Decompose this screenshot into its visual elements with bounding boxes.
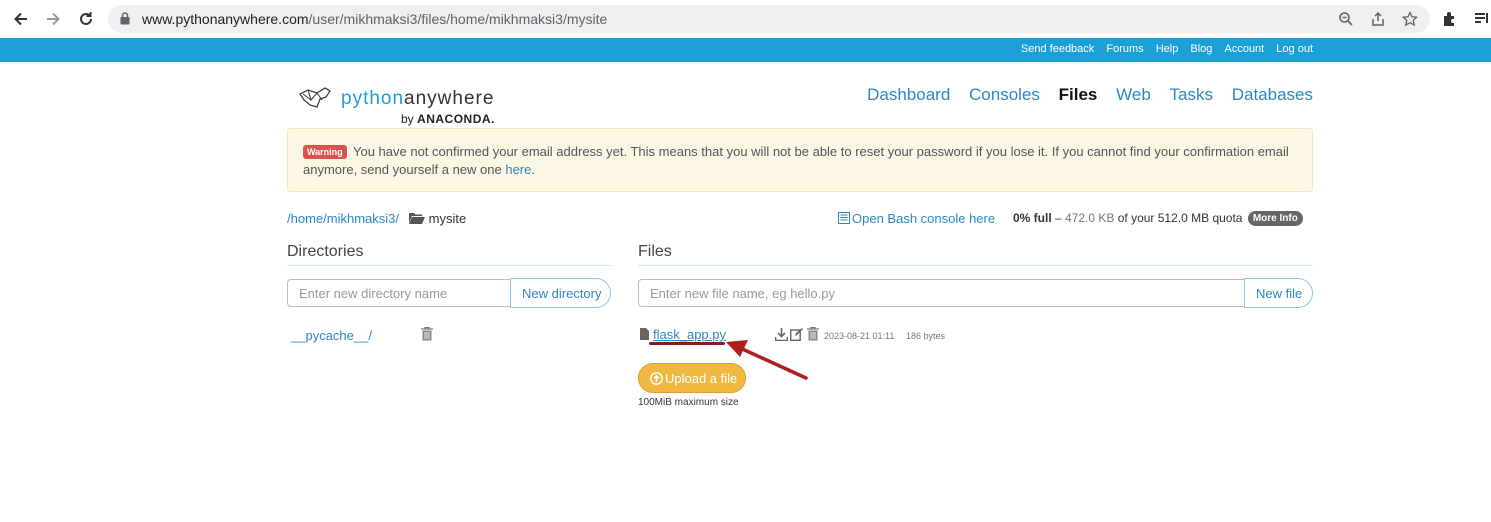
nav-dashboard[interactable]: Dashboard bbox=[867, 85, 950, 104]
nav-consoles[interactable]: Consoles bbox=[969, 85, 1040, 104]
email-warning-alert: You have not confirmed your email addres… bbox=[287, 128, 1313, 192]
new-file-button[interactable]: New file bbox=[1244, 278, 1313, 308]
back-icon[interactable] bbox=[10, 8, 32, 30]
browser-toolbar: www.pythonanywhere.com/user/mikhmaksi3/f… bbox=[0, 0, 1491, 39]
file-link[interactable]: flask_app.py bbox=[653, 327, 726, 342]
resend-email-link[interactable]: here bbox=[505, 162, 531, 177]
nav-tasks[interactable]: Tasks bbox=[1170, 85, 1213, 104]
nav-web[interactable]: Web bbox=[1116, 85, 1151, 104]
forums-link[interactable]: Forums bbox=[1106, 43, 1143, 55]
directories-title: Directories bbox=[287, 243, 364, 260]
upload-circle-icon bbox=[650, 372, 663, 388]
reload-icon[interactable] bbox=[75, 8, 97, 30]
url-text: www.pythonanywhere.com/user/mikhmaksi3/f… bbox=[142, 11, 608, 27]
file-icon bbox=[640, 328, 649, 343]
file-size: 186 bytes bbox=[906, 331, 946, 341]
logo-wordmark: pythonanywhere bbox=[341, 88, 495, 109]
breadcrumb: /home/mikhmaksi3/ mysite bbox=[287, 211, 467, 227]
more-info-button[interactable]: More Info bbox=[1247, 211, 1303, 226]
logout-link[interactable]: Log out bbox=[1276, 43, 1313, 55]
file-item: flask_app.py bbox=[640, 327, 726, 343]
annotation-arrow-icon bbox=[726, 340, 808, 380]
nav-files[interactable]: Files bbox=[1059, 85, 1098, 104]
file-modified-date: 2023-08-21 01:11 bbox=[824, 331, 895, 341]
reading-list-icon[interactable] bbox=[1473, 10, 1491, 28]
blog-link[interactable]: Blog bbox=[1190, 43, 1212, 55]
top-bar: Send feedback Forums Help Blog Account L… bbox=[0, 38, 1491, 62]
account-link[interactable]: Account bbox=[1224, 43, 1264, 55]
help-link[interactable]: Help bbox=[1156, 43, 1179, 55]
breadcrumb-home[interactable]: /home/ bbox=[287, 211, 327, 226]
send-feedback-link[interactable]: Send feedback bbox=[1021, 43, 1094, 55]
annotation-underline bbox=[649, 342, 725, 345]
share-icon[interactable] bbox=[1370, 11, 1386, 27]
bookmark-star-icon[interactable] bbox=[1401, 10, 1419, 27]
new-directory-input[interactable]: Enter new directory name bbox=[287, 279, 511, 307]
files-divider bbox=[638, 265, 1313, 266]
folder-open-icon bbox=[408, 212, 425, 227]
main-nav: Dashboard Consoles Files Web Tasks Datab… bbox=[853, 85, 1313, 105]
snake-logo-icon bbox=[299, 87, 331, 108]
open-bash-console-link[interactable]: Open Bash console here bbox=[838, 211, 995, 227]
new-directory-button[interactable]: New directory bbox=[510, 278, 611, 308]
directory-item[interactable]: __pycache__/ bbox=[291, 328, 372, 343]
storage-quota: 0% full – 472.0 KB of your 512.0 MB quot… bbox=[1013, 211, 1303, 226]
upload-max-size: 100MiB maximum size bbox=[638, 397, 739, 408]
lock-icon bbox=[120, 12, 130, 30]
delete-directory-icon[interactable] bbox=[421, 326, 433, 346]
breadcrumb-current: mysite bbox=[428, 211, 467, 226]
address-bar[interactable]: www.pythonanywhere.com/user/mikhmaksi3/f… bbox=[108, 5, 1430, 33]
breadcrumb-user[interactable]: mikhmaksi3 bbox=[327, 211, 396, 226]
zoom-icon[interactable] bbox=[1338, 11, 1354, 27]
top-links: Send feedback Forums Help Blog Account L… bbox=[1012, 43, 1313, 55]
files-title: Files bbox=[638, 243, 672, 260]
directories-divider bbox=[287, 265, 611, 266]
console-icon bbox=[838, 212, 850, 227]
new-file-input[interactable]: Enter new file name, eg hello.py bbox=[638, 279, 1245, 307]
extensions-icon[interactable] bbox=[1441, 10, 1459, 28]
logo-byline: by ANACONDA. bbox=[401, 112, 495, 126]
warning-message: You have not confirmed your email addres… bbox=[303, 144, 1289, 177]
nav-databases[interactable]: Databases bbox=[1232, 85, 1313, 104]
forward-icon[interactable] bbox=[42, 8, 64, 30]
warning-badge: Warning bbox=[303, 145, 347, 159]
